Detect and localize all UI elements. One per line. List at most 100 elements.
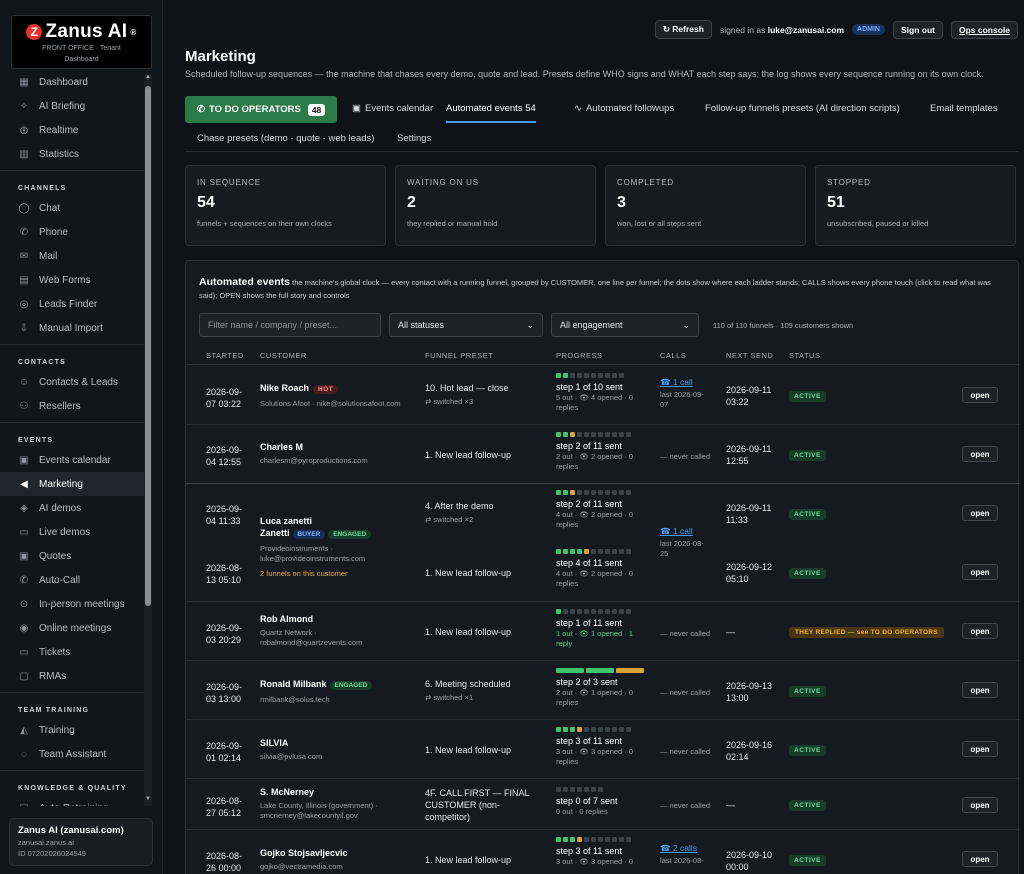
sidebar-item-realtime[interactable]: ◍ Realtime — [0, 118, 150, 142]
sidebar-item-web-forms[interactable]: ▤ Web Forms — [0, 268, 150, 292]
sign-out-button[interactable]: Sign out — [892, 20, 943, 39]
progress-dot — [577, 609, 582, 614]
progress-dot — [605, 837, 610, 842]
open-button[interactable]: open — [962, 446, 998, 462]
tab-funnels-presets[interactable]: Follow-up funnels presets (AI direction … — [705, 103, 900, 114]
sidebar-item-quotes[interactable]: ▣ Quotes — [0, 544, 150, 568]
table-row[interactable]: 2026-08- 27 05:12 S. McNerney Lake County,… — [186, 779, 1020, 830]
open-button[interactable]: open — [962, 682, 998, 698]
col-calls[interactable]: CALLS — [660, 351, 686, 360]
progress-cell: step 1 of 10 sent 5 out · 👁 4 opened · 0r… — [556, 373, 633, 413]
online-icon: ◉ — [19, 622, 29, 634]
sidebar-item-manual-import[interactable]: ⇩ Manual Import — [0, 316, 150, 340]
progress-cell: step 2 of 3 sent 2 out · 👁 1 opened · 0 re… — [556, 668, 644, 708]
scroll-thumb[interactable] — [145, 86, 151, 606]
tab-todo-operators[interactable]: ✆ TO DO OPERATORS 48 — [185, 96, 337, 123]
pulse-icon: ∿ — [574, 103, 582, 114]
status-badge: ACTIVE — [789, 509, 826, 520]
status-cell: ACTIVE — [789, 743, 826, 757]
sidebar-item-ai-briefing[interactable]: ✧ AI Briefing — [0, 94, 150, 118]
phone-icon: ✆ — [19, 226, 29, 238]
sidebar-item-training[interactable]: ◭ Training — [0, 718, 150, 742]
started-date: 2026-09- 03 13:00 — [206, 682, 243, 704]
col-progress[interactable]: PROGRESS — [556, 351, 603, 360]
filter-input[interactable]: Filter name / company / preset... — [199, 313, 381, 337]
refresh-button[interactable]: ↻ Refresh — [654, 20, 712, 39]
progress-dot — [619, 609, 624, 614]
progress-dot — [584, 787, 589, 792]
stats-row: IN SEQUENCE 54 funnels + sequences on thei… — [185, 165, 1016, 246]
engagement-select[interactable]: All engagement ⌄ — [551, 313, 699, 337]
calls-link[interactable]: ☎ 2 calls — [660, 842, 704, 854]
sidebar-scrollbar[interactable]: ▲ ▼ — [144, 74, 152, 806]
sidebar-item-tickets[interactable]: ▭ Tickets — [0, 640, 150, 664]
open-button[interactable]: open — [962, 623, 998, 639]
progress-dots — [556, 609, 633, 614]
sidebar-item-chat[interactable]: ◯ Chat — [0, 196, 150, 220]
ops-console-button[interactable]: Ops console — [950, 20, 1018, 39]
col-preset[interactable]: FUNNEL PRESET — [425, 351, 493, 360]
sidebar-item-team-assistant[interactable]: ◌ Team Assistant — [0, 742, 150, 766]
col-status[interactable]: STATUS — [789, 351, 820, 360]
table-row[interactable]: 2026-09- 01 02:14 SILVIA silvia@pvlusa.com… — [186, 720, 1020, 779]
customer-cell: SILVIA silvia@pvlusa.com — [260, 738, 323, 761]
sidebar-item-ai-demos[interactable]: ◈ AI demos — [0, 496, 150, 520]
sidebar-item-leads-finder[interactable]: ◎ Leads Finder — [0, 292, 150, 316]
status-select[interactable]: All statuses ⌄ — [389, 313, 543, 337]
table-row[interactable]: 2026-09- 04 11:33 2026-08- 13 05:10 Luca z… — [186, 484, 1020, 602]
open-button[interactable]: open — [962, 741, 998, 757]
started-date: 2026-09- 01 02:14 — [206, 741, 243, 763]
quote-icon: ▣ — [19, 550, 29, 562]
sidebar-item-marketing[interactable]: ◀ Marketing — [0, 472, 150, 496]
status-badge[interactable]: THEY REPLIED — see TO DO OPERATORS — [789, 627, 944, 638]
sidebar-item-phone[interactable]: ✆ Phone — [0, 220, 150, 244]
scroll-up-icon[interactable]: ▲ — [144, 74, 152, 84]
sidebar-item-statistics[interactable]: ▥ Statistics — [0, 142, 150, 166]
top-bar: ↻ Refresh signed in as luke@zanusai.com … — [654, 20, 1018, 39]
sidebar-item-live-demos[interactable]: ▭ Live demos — [0, 520, 150, 544]
calendar-icon: ▣ — [19, 454, 29, 466]
table-row[interactable]: 2026-08- 26 00:00 Gojko Stojsavljecvic goj… — [186, 830, 1020, 874]
preset-cell: 1. New lead follow-up — [425, 450, 512, 460]
account-card[interactable]: Zanus AI (zanusai.com) zanusai.zanus.ai … — [9, 818, 153, 866]
open-button[interactable]: open — [962, 797, 998, 813]
sidebar-item-dashboard[interactable]: ▦ Dashboard — [0, 70, 150, 94]
progress-dot — [577, 490, 582, 495]
sidebar-item-label: Team Assistant — [39, 748, 107, 760]
table-row[interactable]: 2026-09- 04 12:55 Charles Mcharlesm@pyrop… — [186, 425, 1020, 484]
sidebar-item-auto-retraining[interactable]: ▤ Auto-Retraining — [0, 796, 150, 807]
funnels-count-link[interactable]: 2 funnels on this customer — [260, 568, 420, 580]
tab-chase-presets[interactable]: Chase presets (demo · quote · web leads) — [197, 133, 374, 144]
open-button[interactable]: open — [962, 564, 998, 580]
tab-automated-events[interactable]: Automated events 54 — [446, 103, 536, 123]
sidebar-section-channels: CHANNELS — [0, 170, 150, 196]
sidebar-item-in-person-meetings[interactable]: ⊙ In-person meetings — [0, 592, 150, 616]
progress-dot — [556, 373, 561, 378]
sidebar-item-resellers[interactable]: ⚇ Resellers — [0, 394, 150, 418]
col-customer[interactable]: CUSTOMER — [260, 351, 307, 360]
col-next-send[interactable]: NEXT SEND — [726, 351, 773, 360]
sidebar-item-events-calendar[interactable]: ▣ Events calendar — [0, 448, 150, 472]
table-row[interactable]: 2026-09- 03 20:29 Rob Almond Quartz Networ… — [186, 602, 1020, 661]
table-row[interactable]: 2026-09- 03 13:00 Ronald Milbank ENGAGED rm… — [186, 661, 1020, 720]
open-button[interactable]: open — [962, 387, 998, 403]
tab-email-templates[interactable]: Email templates — [930, 103, 998, 114]
calls-link[interactable]: ☎ 1 call — [660, 376, 704, 388]
sidebar-item-rmas[interactable]: ▢ RMAs — [0, 664, 150, 688]
tab-automated-followups[interactable]: ∿ Automated followups — [574, 103, 674, 114]
results-count: 110 of 110 funnels · 109 customers shown — [713, 320, 854, 330]
sidebar-item-contacts-leads[interactable]: ☺ Contacts & Leads — [0, 370, 150, 394]
tab-settings[interactable]: Settings — [397, 133, 431, 144]
sidebar-item-online-meetings[interactable]: ◉ Online meetings — [0, 616, 150, 640]
page-description: Scheduled follow-up sequences — the mach… — [185, 69, 984, 79]
calls-link[interactable]: ☎ 1 call — [660, 525, 704, 537]
col-started[interactable]: STARTED — [206, 351, 244, 360]
tab-events-calendar[interactable]: ▣ Events calendar — [352, 103, 433, 114]
table-row[interactable]: 2026-09- 07 03:22 Nike Roach HOT Solutions … — [186, 366, 1020, 425]
sidebar-item-auto-call[interactable]: ✆ Auto-Call — [0, 568, 150, 592]
brand-logo[interactable]: Z Zanus AI ® FRONT OFFICE · Tenant Dashboa… — [11, 15, 152, 69]
scroll-down-icon[interactable]: ▼ — [144, 796, 152, 806]
sidebar-item-mail[interactable]: ✉ Mail — [0, 244, 150, 268]
open-button[interactable]: open — [962, 505, 998, 521]
open-button[interactable]: open — [962, 851, 998, 867]
